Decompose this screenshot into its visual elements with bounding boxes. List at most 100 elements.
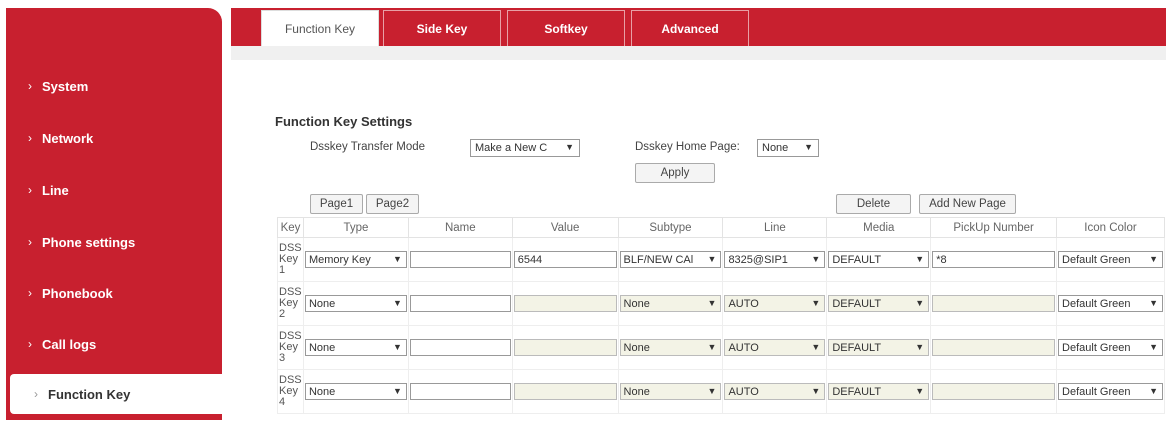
sidebar-item-call-logs[interactable]: › Call logs (6, 324, 222, 364)
chevron-down-icon: ▼ (915, 386, 925, 396)
tab-bar: Function Key Side Key Softkey Advanced (231, 8, 1166, 46)
icon-color-value: Default Green (1062, 297, 1131, 310)
col-header-key: Key (277, 217, 304, 238)
name-input[interactable] (409, 339, 511, 356)
chevron-down-icon: ▼ (392, 386, 402, 396)
pickup-number-input[interactable] (932, 339, 1056, 356)
chevron-down-icon: ▼ (707, 254, 717, 264)
type-value: Memory Key (308, 253, 371, 266)
sidebar-item-phone-settings[interactable]: › Phone settings (6, 222, 222, 262)
sidebar-item-line[interactable]: › Line (6, 170, 222, 210)
chevron-down-icon: ▼ (392, 298, 402, 308)
line-value: AUTO (728, 297, 759, 310)
icon-color-select[interactable]: Default Green ▼ (1058, 383, 1163, 400)
chevron-down-icon: ▼ (1149, 386, 1158, 396)
subtype-select[interactable]: None ▼ (619, 383, 722, 400)
table-header-row: Key Type Name Value Subtype Line Media P… (277, 217, 1165, 238)
icon-color-select[interactable]: Default Green ▼ (1058, 295, 1163, 312)
apply-button[interactable]: Apply (635, 163, 715, 183)
subtype-value: None (623, 341, 650, 354)
key-number: 3 (279, 352, 286, 364)
subtype-select[interactable]: None ▼ (619, 339, 722, 356)
tab-function-key[interactable]: Function Key (261, 10, 379, 46)
pickup-number-input[interactable] (932, 295, 1056, 312)
chevron-down-icon: ▼ (811, 254, 821, 264)
home-page-label: Dsskey Home Page: (635, 141, 740, 153)
media-value: DEFAULT (832, 341, 882, 354)
tab-side-key[interactable]: Side Key (383, 10, 501, 46)
type-select[interactable]: None ▼ (304, 295, 407, 312)
main-panel: Function Key Settings Dsskey Transfer Mo… (231, 46, 1166, 423)
media-value: DEFAULT (832, 297, 882, 310)
media-select[interactable]: DEFAULT ▼ (828, 383, 930, 400)
line-select[interactable]: AUTO ▼ (724, 339, 826, 356)
function-key-table: Key Type Name Value Subtype Line Media P… (277, 217, 1165, 414)
media-select[interactable]: DEFAULT ▼ (828, 295, 930, 312)
chevron-right-icon: › (28, 131, 32, 145)
sidebar-item-system[interactable]: › System (6, 66, 222, 106)
chevron-down-icon: ▼ (707, 342, 717, 352)
section-title: Function Key Settings (275, 114, 413, 129)
line-value: AUTO (728, 385, 759, 398)
value-input[interactable]: 6544 (513, 251, 617, 268)
chevron-down-icon: ▼ (811, 298, 821, 308)
page1-button[interactable]: Page1 (310, 194, 363, 214)
key-number: 2 (279, 308, 286, 320)
key-number: 4 (279, 396, 286, 408)
delete-button[interactable]: Delete (836, 194, 911, 214)
value-input[interactable] (513, 339, 617, 356)
icon-color-select[interactable]: Default Green ▼ (1058, 251, 1163, 268)
media-select[interactable]: DEFAULT ▼ (828, 251, 930, 268)
chevron-down-icon: ▼ (1149, 254, 1158, 264)
name-input[interactable] (409, 383, 511, 400)
value-input[interactable] (513, 295, 617, 312)
subtype-select[interactable]: BLF/NEW CAl ▼ (619, 251, 722, 268)
pickup-number-input[interactable] (932, 383, 1056, 400)
line-select[interactable]: 8325@SIP1 ▼ (724, 251, 826, 268)
tab-advanced[interactable]: Advanced (631, 10, 749, 46)
transfer-mode-select[interactable]: Make a New C ▼ (470, 139, 580, 157)
sidebar-item-phonebook[interactable]: › Phonebook (6, 273, 222, 313)
add-new-page-button[interactable]: Add New Page (919, 194, 1016, 214)
line-select[interactable]: AUTO ▼ (724, 383, 826, 400)
content-strip (231, 46, 1166, 60)
col-header-subtype: Subtype (617, 217, 724, 238)
line-select[interactable]: AUTO ▼ (724, 295, 826, 312)
name-input[interactable] (409, 295, 511, 312)
page2-button[interactable]: Page2 (366, 194, 419, 214)
media-value: DEFAULT (832, 253, 882, 266)
subtype-value: None (623, 385, 650, 398)
chevron-down-icon: ▼ (392, 342, 402, 352)
media-value: DEFAULT (832, 385, 882, 398)
sidebar-item-label: Function Key (48, 386, 131, 402)
table-row: DSS Key 3 None ▼ None ▼ AUTO ▼ DEFAULT ▼ Def… (277, 325, 1165, 370)
transfer-mode-value: Make a New C (475, 142, 548, 154)
sidebar-item-function-key[interactable]: › Function Key (10, 374, 222, 414)
icon-color-value: Default Green (1062, 341, 1131, 354)
key-cell: DSS Key 1 (277, 237, 304, 282)
name-input[interactable] (409, 251, 511, 268)
type-select[interactable]: None ▼ (304, 339, 407, 356)
type-value: None (308, 385, 336, 398)
col-header-value: Value (511, 217, 619, 238)
pickup-number-input[interactable]: *8 (932, 251, 1056, 268)
sidebar-item-label: System (42, 78, 89, 94)
media-select[interactable]: DEFAULT ▼ (828, 339, 930, 356)
value-input[interactable] (513, 383, 617, 400)
type-select[interactable]: Memory Key ▼ (304, 251, 407, 268)
icon-color-select[interactable]: Default Green ▼ (1058, 339, 1163, 356)
subtype-value: None (623, 297, 650, 310)
subtype-select[interactable]: None ▼ (619, 295, 722, 312)
sidebar-item-network[interactable]: › Network (6, 118, 222, 158)
sidebar-item-label: Network (42, 130, 94, 146)
sidebar: › System › Network › Line › Phone settin… (6, 8, 222, 420)
icon-color-value: Default Green (1062, 385, 1131, 398)
home-page-select[interactable]: None ▼ (757, 139, 819, 157)
col-header-name: Name (407, 217, 513, 238)
chevron-down-icon: ▼ (915, 254, 925, 264)
chevron-down-icon: ▼ (811, 386, 821, 396)
table-row: DSS Key 4 None ▼ None ▼ AUTO ▼ DEFAULT ▼ Def… (277, 369, 1165, 414)
chevron-right-icon: › (34, 387, 38, 401)
type-select[interactable]: None ▼ (304, 383, 407, 400)
tab-softkey[interactable]: Softkey (507, 10, 625, 46)
